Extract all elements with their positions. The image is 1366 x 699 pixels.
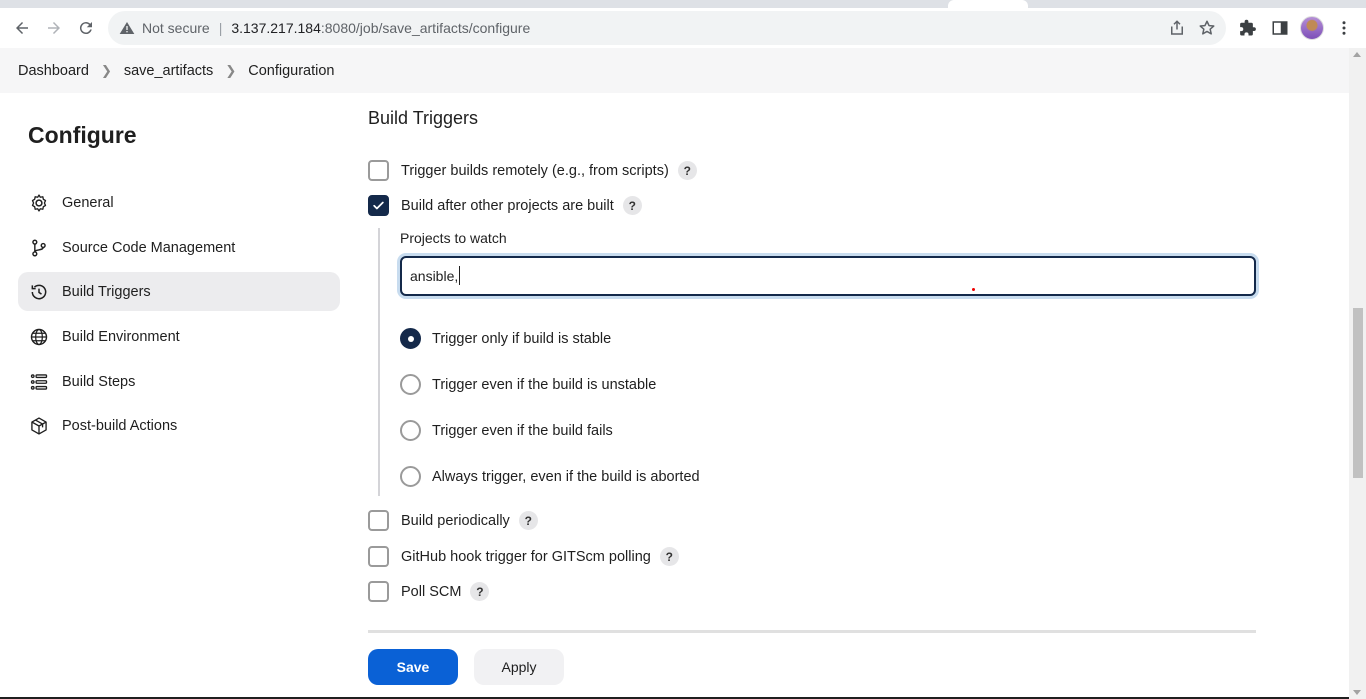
warning-icon <box>118 19 136 37</box>
share-icon[interactable] <box>1168 19 1186 40</box>
apply-button[interactable]: Apply <box>474 649 564 685</box>
profile-avatar[interactable] <box>1298 14 1326 42</box>
trigger-remotely-option: Trigger builds remotely (e.g., from scri… <box>368 160 697 181</box>
trigger-stable-option[interactable]: Trigger only if build is stable <box>400 328 611 349</box>
package-icon <box>28 415 50 437</box>
not-secure-label[interactable]: Not secure <box>142 20 210 36</box>
section-title: Build Triggers <box>368 108 479 128</box>
trigger-fails-radio[interactable] <box>400 420 421 441</box>
extensions-icon[interactable] <box>1234 14 1262 42</box>
option-label[interactable]: Trigger builds remotely (e.g., from scri… <box>401 163 669 179</box>
sidebar-item-build-environment[interactable]: Build Environment <box>18 317 340 356</box>
reload-button[interactable] <box>70 12 102 44</box>
option-label[interactable]: Poll SCM <box>401 584 461 600</box>
url-separator: | <box>218 20 223 36</box>
github-hook-checkbox[interactable] <box>368 546 389 567</box>
sidebar-item-label: Build Steps <box>62 373 136 390</box>
address-bar[interactable]: Not secure | 3.137.217.184:8080/job/save… <box>108 11 1226 45</box>
help-icon[interactable]: ? <box>470 582 490 601</box>
url-host: 3.137.217.184 <box>231 20 321 36</box>
sidebar-item-label: Post-build Actions <box>62 417 178 434</box>
radio-label[interactable]: Trigger only if build is stable <box>432 331 611 347</box>
browser-menu-icon[interactable] <box>1330 14 1358 42</box>
avatar-image <box>1300 16 1324 40</box>
radio-label[interactable]: Trigger even if the build fails <box>432 423 613 439</box>
tab-strip <box>0 0 1366 8</box>
radio-label[interactable]: Always trigger, even if the build is abo… <box>432 469 700 485</box>
checkmark-icon <box>373 201 384 210</box>
sidebar-item-label: General <box>62 194 114 211</box>
sidebar-item-build-triggers[interactable]: Build Triggers <box>18 272 340 311</box>
option-label[interactable]: Build after other projects are built <box>401 198 614 214</box>
side-panel-icon[interactable] <box>1266 14 1294 42</box>
help-icon[interactable]: ? <box>659 547 679 566</box>
save-button[interactable]: Save <box>368 649 458 685</box>
sidebar-item-source-code-management[interactable]: Source Code Management <box>18 228 340 267</box>
poll-scm-option: Poll SCM ? <box>368 581 490 602</box>
scroll-up-arrow-icon[interactable] <box>1353 52 1361 57</box>
arrow-right-icon <box>48 22 60 34</box>
list-icon <box>28 371 50 393</box>
help-icon[interactable]: ? <box>677 161 697 180</box>
bookmark-star-icon[interactable] <box>1198 19 1216 40</box>
projects-to-watch-input[interactable] <box>400 256 1256 296</box>
always-trigger-radio[interactable] <box>400 466 421 487</box>
sidebar-item-label: Build Environment <box>62 328 180 345</box>
gear-icon <box>28 192 50 214</box>
option-label[interactable]: Build periodically <box>401 513 510 529</box>
trigger-remotely-checkbox[interactable] <box>368 160 389 181</box>
help-icon[interactable]: ? <box>518 511 538 530</box>
scrollbar-thumb[interactable] <box>1353 308 1363 478</box>
breadcrumb-dashboard[interactable]: Dashboard <box>18 63 89 79</box>
page-scrollbar[interactable] <box>1349 48 1366 699</box>
cursor-dot <box>972 288 975 291</box>
forward-button[interactable] <box>38 12 70 44</box>
build-periodically-option: Build periodically ? <box>368 510 538 531</box>
back-button[interactable] <box>6 12 38 44</box>
scroll-down-arrow-icon[interactable] <box>1353 690 1361 695</box>
url-path: :8080/job/save_artifacts/configure <box>320 20 531 36</box>
clock-icon <box>28 281 50 303</box>
nested-section-indicator <box>378 228 380 496</box>
breadcrumb: Dashboard ❯ save_artifacts ❯ Configurati… <box>0 48 1349 93</box>
trigger-unstable-radio[interactable] <box>400 374 421 395</box>
radio-label[interactable]: Trigger even if the build is unstable <box>432 377 656 393</box>
text-caret <box>459 266 460 285</box>
sidebar-item-build-steps[interactable]: Build Steps <box>18 362 340 401</box>
build-after-other-projects-option: Build after other projects are built ? <box>368 195 642 216</box>
build-periodically-checkbox[interactable] <box>368 510 389 531</box>
poll-scm-checkbox[interactable] <box>368 581 389 602</box>
sidebar-item-post-build-actions[interactable]: Post-build Actions <box>18 406 340 445</box>
projects-to-watch-label: Projects to watch <box>400 230 507 246</box>
chevron-right-icon: ❯ <box>100 62 112 78</box>
browser-toolbar: Not secure | 3.137.217.184:8080/job/save… <box>0 8 1366 48</box>
breadcrumb-job[interactable]: save_artifacts <box>124 63 213 79</box>
chevron-right-icon: ❯ <box>225 62 237 78</box>
trigger-unstable-option[interactable]: Trigger even if the build is unstable <box>400 374 656 395</box>
sidebar-title: Configure <box>28 122 137 148</box>
always-trigger-option[interactable]: Always trigger, even if the build is abo… <box>400 466 700 487</box>
option-label[interactable]: GitHub hook trigger for GITScm polling <box>401 549 651 565</box>
arrow-left-icon <box>16 22 28 34</box>
trigger-stable-radio[interactable] <box>400 328 421 349</box>
sidebar-item-label: Build Triggers <box>62 283 151 300</box>
github-hook-option: GitHub hook trigger for GITScm polling ? <box>368 546 679 567</box>
globe-icon <box>28 326 50 348</box>
branch-icon <box>28 237 50 259</box>
build-after-other-projects-checkbox[interactable] <box>368 195 389 216</box>
reload-icon <box>79 22 92 35</box>
active-tab[interactable] <box>948 0 1028 8</box>
trigger-fails-option[interactable]: Trigger even if the build fails <box>400 420 613 441</box>
help-icon[interactable]: ? <box>622 196 642 215</box>
sidebar-item-general[interactable]: General <box>18 183 340 222</box>
sidebar-item-label: Source Code Management <box>62 239 236 256</box>
breadcrumb-configuration[interactable]: Configuration <box>248 63 334 79</box>
